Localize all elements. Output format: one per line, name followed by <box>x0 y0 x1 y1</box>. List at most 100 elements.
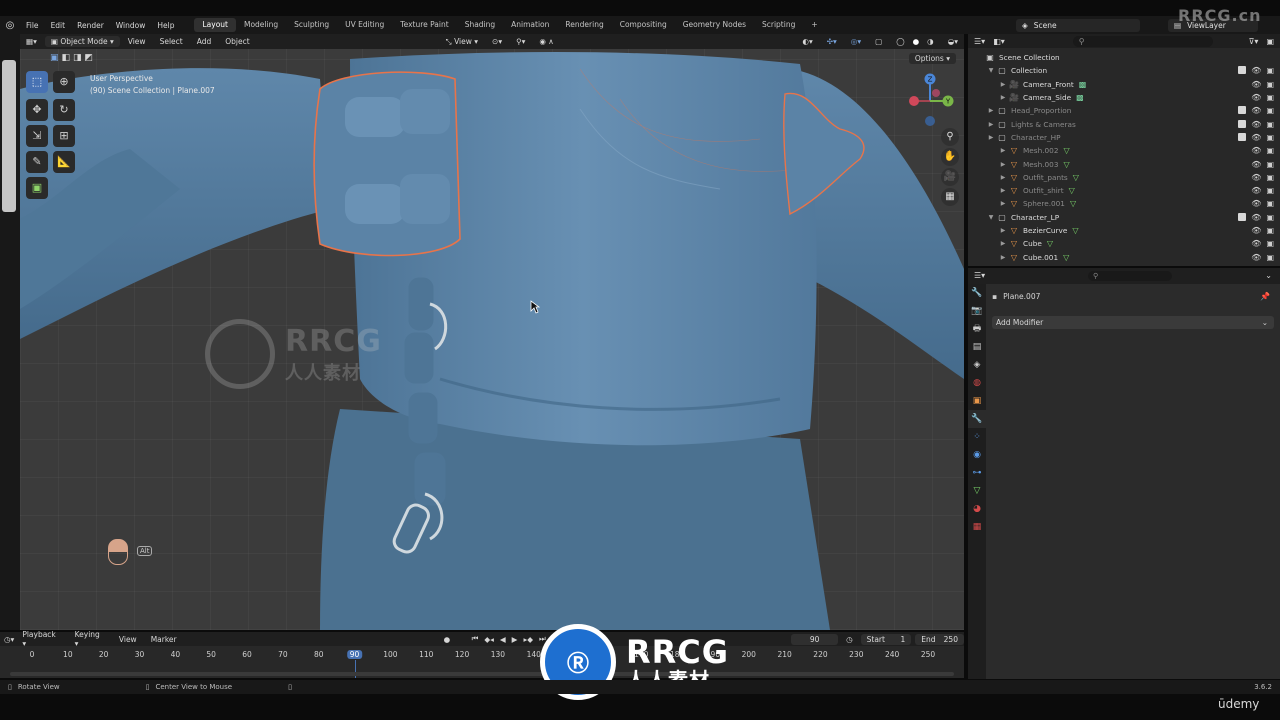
annotate-tool-icon[interactable]: ✎ <box>26 151 48 173</box>
disclosure-triangle-icon[interactable]: ▶ <box>986 121 996 128</box>
timeline-scrollbar[interactable] <box>10 672 954 676</box>
end-frame-field[interactable]: End 250 <box>915 633 964 645</box>
particles-tab-icon[interactable]: ⁘ <box>968 428 986 446</box>
prev-keyframe-icon[interactable]: ◆◂ <box>484 635 494 644</box>
add-cube-tool-icon[interactable]: ▣ <box>26 177 48 199</box>
start-frame-field[interactable]: Start 1 <box>860 633 912 645</box>
outliner-row[interactable]: ▶ 🎥 Camera_Side ▩ 👁 ▣ <box>968 91 1280 104</box>
rotate-tool-icon[interactable]: ↻ <box>53 99 75 121</box>
mesh-data-icon[interactable]: ▽ <box>1047 239 1053 248</box>
exclude-checkbox[interactable] <box>1238 66 1247 75</box>
pin-icon[interactable]: 📌 <box>1260 292 1270 301</box>
timeline-editor-icon[interactable]: ◷▾ <box>4 635 14 644</box>
add-modifier-dropdown[interactable]: Add Modifier ⌄ <box>992 316 1274 329</box>
disclosure-triangle-icon[interactable]: ▶ <box>986 107 996 114</box>
eye-icon[interactable]: 👁 <box>1251 66 1261 75</box>
disclosure-triangle-icon[interactable]: ▶ <box>998 254 1008 261</box>
tab-geometry-nodes[interactable]: Geometry Nodes <box>675 18 754 32</box>
menu-edit[interactable]: Edit <box>45 21 72 30</box>
outliner-display-mode-icon[interactable]: ◧▾ <box>993 37 1005 46</box>
scene-tab-icon[interactable]: ◈ <box>968 356 986 374</box>
outliner-row[interactable]: ▶ ▽ Cube.001 ▽ 👁 ▣ <box>968 250 1280 263</box>
disclosure-triangle-icon[interactable]: ▶ <box>998 200 1008 207</box>
world-tab-icon[interactable]: ◍ <box>968 374 986 392</box>
cursor-tool-icon[interactable]: ⊕ <box>53 71 75 93</box>
options-dropdown[interactable]: Options ▾ <box>908 53 956 64</box>
tool-tab-icon[interactable]: 🔧 <box>968 284 986 302</box>
select-extend-icon[interactable]: ◧ <box>62 53 71 63</box>
render-camera-icon[interactable]: ▣ <box>1266 80 1274 89</box>
mesh-data-icon[interactable]: ▽ <box>1063 146 1069 155</box>
record-button-icon[interactable]: ● <box>444 635 451 644</box>
eye-icon[interactable]: 👁 <box>1251 106 1261 115</box>
eye-icon[interactable]: 👁 <box>1251 146 1261 155</box>
disclosure-triangle-icon[interactable]: ▶ <box>998 81 1008 88</box>
disclosure-triangle-icon[interactable]: ▼ <box>986 67 996 74</box>
disclosure-triangle-icon[interactable]: ▶ <box>986 134 996 141</box>
select-box-tool-icon[interactable]: ⬚ <box>26 71 48 93</box>
render-camera-icon[interactable]: ▣ <box>1266 66 1274 75</box>
eye-icon[interactable]: 👁 <box>1251 213 1261 222</box>
menu-marker[interactable]: Marker <box>145 635 183 644</box>
mesh-data-icon[interactable]: ▩ <box>1076 93 1084 102</box>
scene-selector[interactable]: ◈ Scene <box>1016 18 1140 32</box>
outliner-row[interactable]: ▶ ▽ Outfit_shirt ▽ 👁 ▣ <box>968 184 1280 197</box>
transform-orientation-dropdown[interactable]: ⤡ View ▾ <box>440 37 484 47</box>
tab-modeling[interactable]: Modeling <box>236 18 286 32</box>
editor-type-icon[interactable]: ▦▾ <box>20 37 43 46</box>
xray-icon[interactable]: ▢ <box>869 37 888 46</box>
eye-icon[interactable]: 👁 <box>1251 199 1261 208</box>
constraints-tab-icon[interactable]: ⊶ <box>968 464 986 482</box>
mesh-data-icon[interactable]: ▽ <box>1063 253 1069 262</box>
outliner-editor-icon[interactable]: ☰▾ <box>974 37 985 46</box>
menu-add[interactable]: Add <box>191 37 218 46</box>
visibility-icon[interactable]: ◐▾ <box>796 37 818 46</box>
tab-sculpting[interactable]: Sculpting <box>286 18 337 32</box>
exclude-checkbox[interactable] <box>1238 106 1247 115</box>
new-collection-icon[interactable]: ▣ <box>1266 37 1274 46</box>
disclosure-triangle-icon[interactable]: ▶ <box>998 240 1008 247</box>
disclosure-triangle-icon[interactable]: ▶ <box>998 147 1008 154</box>
render-camera-icon[interactable]: ▣ <box>1266 146 1274 155</box>
disclosure-triangle-icon[interactable]: ▼ <box>986 214 996 221</box>
eye-icon[interactable]: 👁 <box>1251 186 1261 195</box>
render-camera-icon[interactable]: ▣ <box>1266 199 1274 208</box>
mesh-data-icon[interactable]: ▽ <box>1073 173 1079 182</box>
menu-timeline-view[interactable]: View <box>113 635 143 644</box>
modifier-tab-icon[interactable]: 🔧 <box>968 410 986 428</box>
tab-layout[interactable]: Layout <box>194 18 236 32</box>
disclosure-triangle-icon[interactable]: ▶ <box>998 94 1008 101</box>
render-camera-icon[interactable]: ▣ <box>1266 239 1274 248</box>
mesh-data-icon[interactable]: ▩ <box>1079 80 1087 89</box>
properties-search-input[interactable]: ⚲ <box>1088 271 1172 281</box>
snap-icon[interactable]: ⚲▾ <box>510 37 531 46</box>
mesh-data-icon[interactable]: ▽ <box>1070 199 1076 208</box>
eye-icon[interactable]: 👁 <box>1251 173 1261 182</box>
outliner-row[interactable]: ▶ ▽ Mesh.002 ▽ 👁 ▣ <box>968 144 1280 157</box>
outliner-row[interactable]: ▶ ▢ Head_Proportion 👁 ▣ <box>968 104 1280 117</box>
character-mesh[interactable] <box>20 49 964 630</box>
outliner-row[interactable]: ▶ ▽ Cube ▽ 👁 ▣ <box>968 237 1280 250</box>
outliner-row[interactable]: ▶ ▢ Character_HP 👁 ▣ <box>968 131 1280 144</box>
jump-start-icon[interactable]: ⏮ <box>472 634 479 644</box>
tab-shading[interactable]: Shading <box>457 18 503 32</box>
eye-icon[interactable]: 👁 <box>1251 239 1261 248</box>
shading-wireframe-icon[interactable]: ◯ <box>890 37 910 46</box>
eye-icon[interactable]: 👁 <box>1251 80 1261 89</box>
eye-icon[interactable]: 👁 <box>1251 160 1261 169</box>
proportional-edit-icon[interactable]: ◉ ∧ <box>533 37 559 46</box>
outliner-row[interactable]: ▶ ▽ Mesh.003 ▽ 👁 ▣ <box>968 157 1280 170</box>
perspective-toggle-icon[interactable]: ▦ <box>941 188 959 206</box>
outliner-row[interactable]: ▶ 🎥 Camera_Front ▩ 👁 ▣ <box>968 78 1280 91</box>
menu-file[interactable]: File <box>20 21 45 30</box>
mode-dropdown[interactable]: ▣ Object Mode ▾ <box>44 36 120 47</box>
tab-rendering[interactable]: Rendering <box>557 18 611 32</box>
material-tab-icon[interactable]: ◕ <box>968 500 986 518</box>
menu-window[interactable]: Window <box>110 21 152 30</box>
outliner-row[interactable]: ▶ ▢ Lights & Cameras 👁 ▣ <box>968 117 1280 130</box>
play-icon[interactable]: ▶ <box>512 635 518 644</box>
outliner-row[interactable]: ▶ ▽ Sphere.001 ▽ 👁 ▣ <box>968 197 1280 210</box>
render-camera-icon[interactable]: ▣ <box>1266 160 1274 169</box>
pivot-icon[interactable]: ⊙▾ <box>486 37 508 46</box>
exclude-checkbox[interactable] <box>1238 119 1247 128</box>
